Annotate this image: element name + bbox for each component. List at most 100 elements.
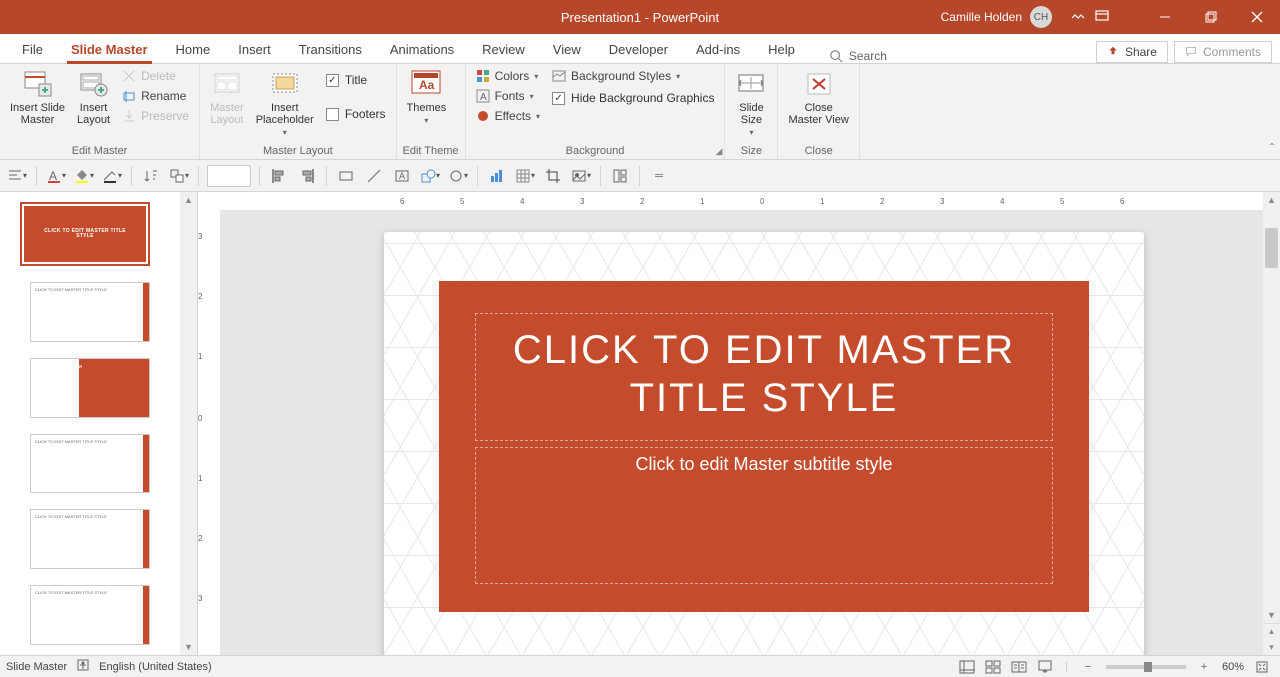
thumbnail-scrollbar[interactable]: ▲ ▼ — [180, 192, 197, 655]
close-button[interactable] — [1234, 0, 1280, 34]
background-dialog-launcher[interactable]: ◢ — [716, 146, 723, 157]
rename-button[interactable]: Rename — [118, 88, 193, 104]
tab-transitions[interactable]: Transitions — [285, 36, 376, 63]
arrange-button[interactable]: ▾ — [168, 165, 190, 187]
layout-thumbnail-4[interactable]: CLICK TO EDIT MASTER TITLE STYLE — [30, 509, 150, 569]
font-color-button[interactable]: A▾ — [45, 165, 67, 187]
shapes-button[interactable]: ▾ — [419, 165, 441, 187]
maximize-button[interactable] — [1188, 0, 1234, 34]
group-close: Close Master View Close — [778, 64, 859, 159]
checkbox-icon: ✓ — [326, 74, 339, 87]
line-shape-button[interactable] — [363, 165, 385, 187]
previous-slide-icon[interactable]: ▴ — [1263, 623, 1280, 639]
user-area: Camille Holden CH — [941, 6, 1110, 28]
shape-outline-button[interactable]: ▾ — [101, 165, 123, 187]
tab-file[interactable]: File — [8, 36, 57, 63]
fit-to-window-button[interactable] — [1250, 658, 1274, 676]
vertical-scrollbar[interactable]: ▲ ▼ ▴ ▾ — [1263, 192, 1280, 655]
slide-canvas[interactable]: CLICK TO EDIT MASTER TITLE STYLE Click t… — [384, 232, 1144, 655]
presentation-name: Presentation1 — [561, 10, 641, 25]
tab-insert[interactable]: Insert — [224, 36, 285, 63]
ribbon-display-icon[interactable] — [1094, 8, 1110, 27]
crop-button[interactable] — [542, 165, 564, 187]
share-button[interactable]: Share — [1096, 41, 1168, 63]
layout-thumbnail-5[interactable]: CLICK TO EDIT MASTER TITLE STYLE — [30, 585, 150, 645]
next-slide-icon[interactable]: ▾ — [1263, 639, 1280, 655]
hide-bg-graphics-checkbox[interactable]: ✓ Hide Background Graphics — [548, 88, 718, 108]
checkbox-icon: ✓ — [552, 92, 565, 105]
effects-button[interactable]: Effects ▾ — [472, 108, 544, 124]
svg-text:A: A — [480, 92, 487, 103]
search-placeholder: Search — [849, 49, 887, 63]
layout-thumbnail-3[interactable]: CLICK TO EDIT MASTER TITLE STYLE — [30, 434, 150, 494]
chart-button[interactable] — [486, 165, 508, 187]
slideshow-button[interactable] — [1033, 658, 1057, 676]
master-subtitle-placeholder[interactable]: Click to edit Master subtitle style — [475, 447, 1053, 584]
close-master-view-button[interactable]: Close Master View — [784, 66, 852, 128]
picture-button[interactable]: ▾ — [570, 165, 592, 187]
align-left-button[interactable] — [268, 165, 290, 187]
layout-thumbnail-1[interactable]: CLICK TO EDIT MASTER TITLE STYLE — [30, 282, 150, 342]
zoom-in-button[interactable]: + — [1192, 658, 1216, 676]
slide-sorter-button[interactable] — [981, 658, 1005, 676]
themes-button[interactable]: Aa Themes ▾ — [403, 66, 451, 127]
tab-developer[interactable]: Developer — [595, 36, 682, 63]
status-bar: Slide Master English (United States) | −… — [0, 655, 1280, 677]
align-right-button[interactable] — [296, 165, 318, 187]
selection-pane-button[interactable] — [609, 165, 631, 187]
scroll-up-icon[interactable]: ▲ — [180, 192, 197, 208]
footers-checkbox[interactable]: Footers — [322, 104, 390, 124]
fonts-icon: A — [476, 89, 490, 103]
tab-slide-master[interactable]: Slide Master — [57, 36, 162, 63]
overflow-button[interactable]: ═ — [648, 165, 670, 187]
shape-fill-button[interactable]: ▾ — [73, 165, 95, 187]
master-slide-thumbnail[interactable]: CLICK TO EDIT MASTER TITLE STYLE — [20, 202, 150, 266]
table-button[interactable]: ▾ — [514, 165, 536, 187]
scroll-down-icon[interactable]: ▼ — [1263, 607, 1280, 623]
insert-slide-master-icon — [22, 68, 54, 100]
status-language[interactable]: English (United States) — [99, 661, 212, 673]
minimize-button[interactable] — [1142, 0, 1188, 34]
preserve-icon — [122, 109, 136, 123]
rectangle-shape-button[interactable] — [335, 165, 357, 187]
insert-layout-button[interactable]: Insert Layout — [73, 66, 114, 128]
thumbnail-panel: CLICK TO EDIT MASTER TITLE STYLE CLICK T… — [0, 192, 198, 655]
zoom-out-button[interactable]: − — [1076, 658, 1100, 676]
tab-home[interactable]: Home — [162, 36, 225, 63]
tab-help[interactable]: Help — [754, 36, 809, 63]
comments-button[interactable]: Comments — [1174, 41, 1272, 63]
textbox-button[interactable]: A — [391, 165, 413, 187]
tell-me-search[interactable]: Search — [809, 49, 887, 63]
master-title-placeholder[interactable]: CLICK TO EDIT MASTER TITLE STYLE — [475, 313, 1053, 441]
tab-animations[interactable]: Animations — [376, 36, 468, 63]
more-shapes-button[interactable]: ▾ — [447, 165, 469, 187]
collapse-ribbon-button[interactable]: ˆ — [1270, 141, 1274, 155]
insert-slide-master-button[interactable]: Insert Slide Master — [6, 66, 69, 128]
group-label-master-layout: Master Layout — [206, 143, 389, 159]
scroll-down-icon[interactable]: ▼ — [180, 639, 197, 655]
accessibility-icon[interactable] — [77, 659, 89, 674]
scroll-up-icon[interactable]: ▲ — [1263, 192, 1280, 208]
colors-button[interactable]: Colors ▾ — [472, 68, 544, 84]
fonts-button[interactable]: A Fonts ▾ — [472, 88, 544, 104]
zoom-level[interactable]: 60% — [1222, 661, 1244, 673]
tab-view[interactable]: View — [539, 36, 595, 63]
zoom-slider[interactable] — [1106, 665, 1186, 669]
reading-view-button[interactable] — [1007, 658, 1031, 676]
tab-review[interactable]: Review — [468, 36, 539, 63]
normal-view-button[interactable] — [955, 658, 979, 676]
insert-placeholder-button[interactable]: Insert Placeholder ▾ — [252, 66, 318, 139]
sort-button[interactable] — [140, 165, 162, 187]
scrollbar-thumb[interactable] — [1265, 228, 1278, 268]
title-checkbox[interactable]: ✓ Title — [322, 70, 390, 90]
tab-addins[interactable]: Add-ins — [682, 36, 754, 63]
background-styles-button[interactable]: Background Styles ▾ — [548, 68, 718, 84]
layout-thumbnail-2[interactable]: CLICK TO EDIT MASTER TITLE STYLE — [30, 358, 150, 418]
simplify-ribbon-icon[interactable] — [1070, 8, 1086, 27]
slide-canvas-area[interactable]: CLICK TO EDIT MASTER TITLE STYLE Click t… — [220, 210, 1263, 655]
slide-size-button[interactable]: Slide Size ▾ — [731, 66, 771, 139]
user-avatar[interactable]: CH — [1030, 6, 1052, 28]
shape-swatch[interactable] — [207, 165, 251, 187]
chevron-down-icon: ▾ — [424, 116, 428, 125]
align-button[interactable]: ▾ — [6, 165, 28, 187]
